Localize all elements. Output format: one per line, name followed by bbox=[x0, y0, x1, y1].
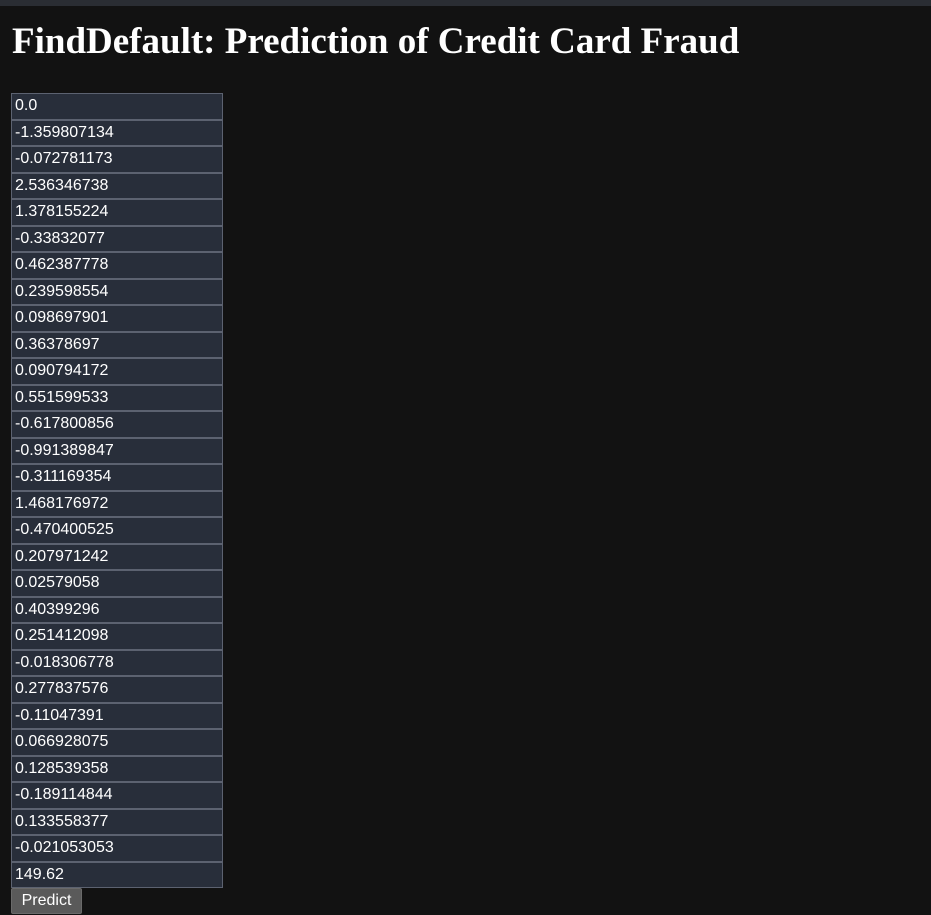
feature-input-v10[interactable] bbox=[11, 358, 223, 385]
feature-input-v22[interactable] bbox=[11, 676, 223, 703]
feature-input-v15[interactable] bbox=[11, 490, 223, 517]
feature-input-v11[interactable] bbox=[11, 384, 223, 411]
feature-input-v8[interactable] bbox=[11, 305, 223, 332]
feature-input-v14[interactable] bbox=[11, 464, 223, 491]
feature-input-v19[interactable] bbox=[11, 596, 223, 623]
feature-input-v5[interactable] bbox=[11, 225, 223, 252]
feature-input-v6[interactable] bbox=[11, 252, 223, 279]
feature-input-v17[interactable] bbox=[11, 543, 223, 570]
feature-input-v23[interactable] bbox=[11, 702, 223, 729]
feature-input-v13[interactable] bbox=[11, 437, 223, 464]
feature-input-v7[interactable] bbox=[11, 278, 223, 305]
feature-input-v28[interactable] bbox=[11, 835, 223, 862]
feature-input-v16[interactable] bbox=[11, 517, 223, 544]
feature-input-v3[interactable] bbox=[11, 172, 223, 199]
top-border bbox=[0, 0, 931, 6]
feature-input-v25[interactable] bbox=[11, 755, 223, 782]
feature-input-v1[interactable] bbox=[11, 119, 223, 146]
feature-input-v20[interactable] bbox=[11, 623, 223, 650]
feature-input-v4[interactable] bbox=[11, 199, 223, 226]
feature-input-v21[interactable] bbox=[11, 649, 223, 676]
feature-input-v12[interactable] bbox=[11, 411, 223, 438]
feature-input-v18[interactable] bbox=[11, 570, 223, 597]
prediction-form: Predict bbox=[11, 93, 223, 914]
feature-input-v27[interactable] bbox=[11, 808, 223, 835]
feature-input-v26[interactable] bbox=[11, 782, 223, 809]
predict-button[interactable]: Predict bbox=[11, 888, 82, 914]
feature-input-time[interactable] bbox=[11, 93, 223, 120]
feature-input-v24[interactable] bbox=[11, 729, 223, 756]
page-title: FindDefault: Prediction of Credit Card F… bbox=[12, 21, 740, 62]
feature-input-v9[interactable] bbox=[11, 331, 223, 358]
feature-input-v2[interactable] bbox=[11, 146, 223, 173]
feature-input-amount[interactable] bbox=[11, 861, 223, 888]
